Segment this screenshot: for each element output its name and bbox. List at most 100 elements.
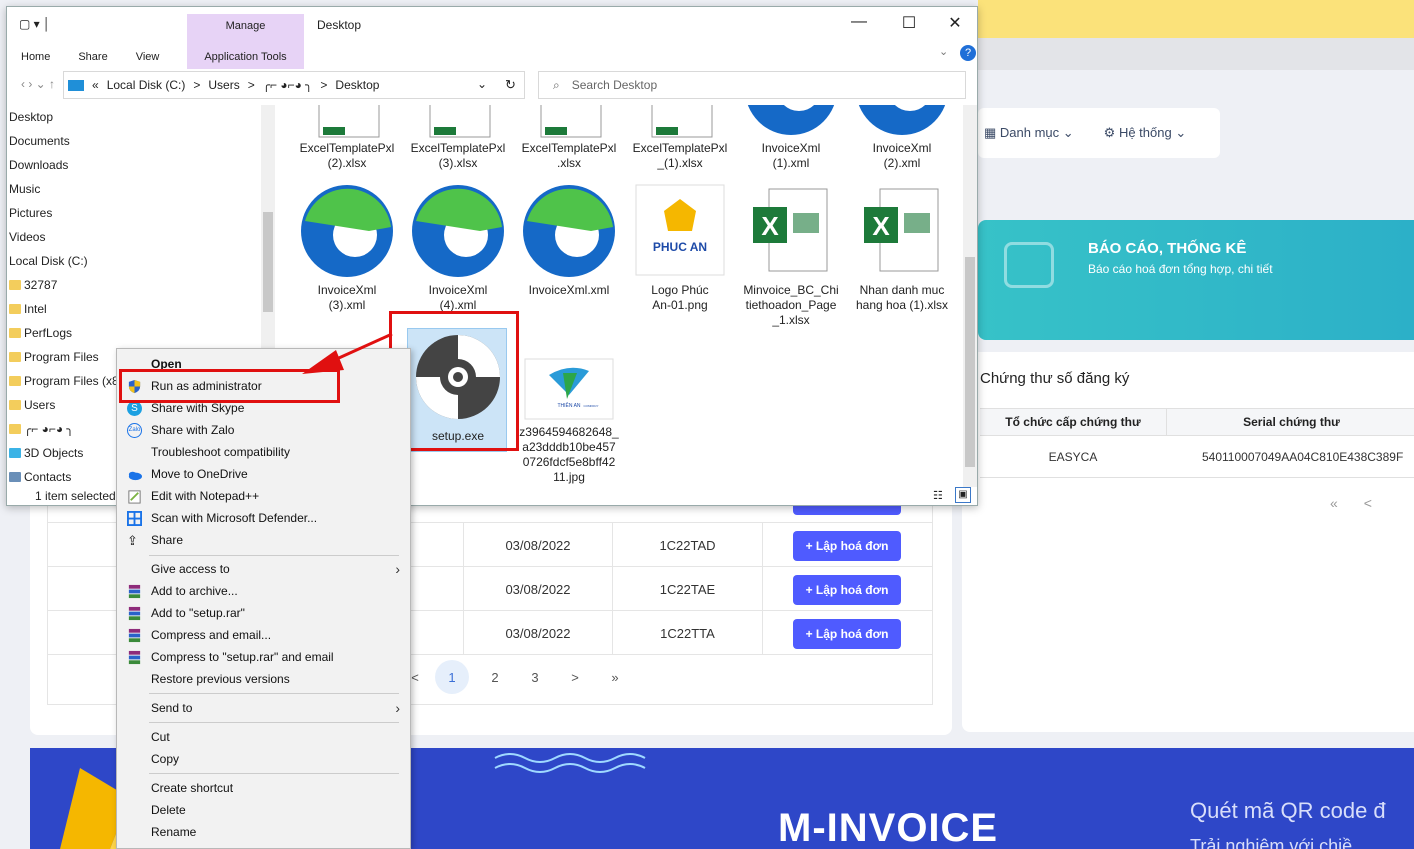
banner-title: BÁO CÁO, THỐNG KÊ — [1088, 240, 1247, 257]
excel-file-icon — [429, 105, 491, 138]
excel-file-icon — [540, 105, 602, 138]
nav-item[interactable]: Program Files (x86) — [9, 371, 129, 391]
nav-item[interactable]: Program Files — [9, 347, 99, 367]
menu-delete[interactable]: Delete — [117, 799, 410, 821]
nav-item[interactable]: Contacts — [9, 467, 71, 487]
nav-item[interactable]: Intel — [9, 299, 47, 319]
top-strip — [978, 0, 1414, 38]
menu-add-setup-rar[interactable]: Add to "setup.rar" — [117, 602, 410, 624]
pager-page-3[interactable]: 3 — [515, 670, 555, 685]
menu-edit-notepad[interactable]: Edit with Notepad++ — [117, 485, 410, 507]
breadcrumb-local-disk[interactable]: Local Disk (C:) — [107, 78, 186, 92]
report-banner[interactable]: BÁO CÁO, THỐNG KÊ Báo cáo hoá đơn tổng h… — [978, 220, 1414, 340]
pager-page-1[interactable]: 1 — [435, 660, 469, 694]
create-invoice-button[interactable]: + Lập hoá đơn — [793, 619, 901, 649]
menu-copy[interactable]: Copy — [117, 748, 410, 770]
search-input[interactable]: ⌕ Search Desktop — [538, 71, 966, 99]
address-bar[interactable]: « Local Disk (C:) > Users > ╭⌐ ◕⌐◕ ╮ > D… — [63, 71, 525, 99]
back-forward-icons[interactable]: ‹ › ⌄ ↑ — [21, 77, 55, 91]
contacts-icon — [9, 472, 21, 482]
defender-icon — [127, 511, 142, 526]
quick-access-icons[interactable]: ▢ ▾ │ — [19, 17, 51, 31]
menu-create-shortcut[interactable]: Create shortcut — [117, 777, 410, 799]
menu-compress-setup-email[interactable]: Compress to "setup.rar" and email — [117, 646, 410, 668]
nav-item[interactable]: Users — [9, 395, 55, 415]
pager-last[interactable]: » — [595, 670, 635, 685]
breadcrumb-overflow[interactable]: « — [92, 78, 99, 92]
pager-first[interactable]: « — [1330, 495, 1338, 511]
minimize-icon[interactable]: — — [839, 13, 879, 31]
status-text: 1 item selected — [35, 489, 116, 503]
nav-item[interactable]: Desktop — [9, 107, 53, 127]
large-icons-view-icon[interactable]: ▣ — [955, 487, 971, 503]
details-view-icon[interactable]: ☷ — [933, 487, 943, 505]
menu-give-access[interactable]: Give access to › — [117, 558, 410, 580]
row-code: 1C22TAD — [613, 523, 763, 567]
tab-home[interactable]: Home — [7, 45, 64, 69]
edge-xml-icon — [858, 105, 946, 135]
cert-serial: 540110007049AA04C810E438C389F — [1202, 449, 1404, 464]
file-name: InvoiceXml.xml — [528, 283, 610, 297]
check-icon — [1004, 242, 1054, 288]
nav-item[interactable]: 3D Objects — [9, 443, 83, 463]
tab-application-tools[interactable]: Application Tools — [187, 45, 304, 71]
nav-item[interactable]: ╭⌐ ◕⌐◕ ╮ — [9, 419, 74, 439]
address-dropdown-icon[interactable]: ⌄ — [477, 77, 487, 91]
nav-item[interactable]: Pictures — [9, 203, 52, 223]
file-name: InvoiceXml (3).xml — [317, 283, 377, 312]
submenu-arrow-icon: › — [395, 561, 400, 577]
menu-restore-versions[interactable]: Restore previous versions — [117, 668, 410, 690]
nav-item[interactable]: Music — [9, 179, 40, 199]
menu-add-archive[interactable]: Add to archive... — [117, 580, 410, 602]
nav-item[interactable]: 32787 — [9, 275, 57, 295]
menu-share[interactable]: ⇪ Share — [117, 529, 410, 551]
menu-separator — [149, 693, 399, 694]
close-icon[interactable]: ✕ — [935, 13, 975, 33]
create-invoice-button[interactable]: + Lập hoá đơn — [793, 575, 901, 605]
pager-prev[interactable]: < — [1364, 495, 1372, 511]
nav-item[interactable]: Documents — [9, 131, 70, 151]
maximize-icon[interactable]: ☐ — [889, 13, 929, 33]
footer-qr-text: Quét mã QR code đ — [1190, 798, 1386, 823]
menu-share-zalo[interactable]: Zalo Share with Zalo — [117, 419, 410, 441]
pager-page-2[interactable]: 2 — [475, 670, 515, 685]
menu-move-onedrive[interactable]: Move to OneDrive — [117, 463, 410, 485]
menu-compress-email[interactable]: Compress and email... — [117, 624, 410, 646]
nav-item[interactable]: Videos — [9, 227, 45, 247]
nav-danh-muc[interactable]: ▦ Danh mục ⌄ — [984, 125, 1074, 141]
breadcrumb-sep: > — [247, 78, 255, 92]
breadcrumb-user[interactable]: ╭⌐ ◕⌐◕ ╮ — [263, 78, 313, 92]
footer-qr-text-2: Trải nghiệm với chiề — [1190, 836, 1353, 849]
file-scroll-thumb[interactable] — [965, 257, 975, 467]
breadcrumb-desktop[interactable]: Desktop — [335, 78, 379, 92]
menu-rename[interactable]: Rename — [117, 821, 410, 843]
nav-item[interactable]: PerfLogs — [9, 323, 72, 343]
ribbon-tabs: Home Share View — [7, 45, 979, 69]
refresh-icon[interactable]: ↻ — [505, 77, 516, 93]
file-name: InvoiceXml (4).xml — [428, 283, 488, 312]
excel-file-icon: X — [864, 188, 939, 272]
breadcrumb-users[interactable]: Users — [208, 78, 239, 92]
edge-xml-icon — [747, 105, 835, 135]
nav-item[interactable]: Local Disk (C:) — [9, 251, 88, 271]
menu-scan-defender[interactable]: Scan with Microsoft Defender... — [117, 507, 410, 529]
menu-cut[interactable]: Cut — [117, 726, 410, 748]
create-invoice-button[interactable]: + Lập hoá đơn — [793, 531, 901, 561]
help-icon[interactable]: ? — [960, 45, 976, 61]
winrar-icon — [128, 584, 141, 599]
nav-item[interactable]: Downloads — [9, 155, 68, 175]
folder-icon — [9, 280, 21, 290]
cert-header-org: Tổ chức cấp chứng thư — [1005, 415, 1141, 429]
pager-next[interactable]: > — [555, 670, 595, 685]
row-code: 1C22TTA — [613, 611, 763, 655]
nav-he-thong[interactable]: ⚙ Hệ thống ⌄ — [1104, 125, 1187, 141]
tab-share[interactable]: Share — [64, 45, 121, 69]
nav-scroll-thumb[interactable] — [263, 212, 273, 312]
grey-bar — [978, 38, 1414, 70]
tab-view[interactable]: View — [122, 45, 174, 69]
zalo-icon: Zalo — [127, 423, 142, 438]
file-name: ExcelTemplatePxl (2).xlsx — [299, 141, 395, 170]
menu-send-to[interactable]: Send to › — [117, 697, 410, 719]
ribbon-expand-icon[interactable]: ⌄ — [939, 45, 948, 58]
menu-troubleshoot[interactable]: Troubleshoot compatibility — [117, 441, 410, 463]
